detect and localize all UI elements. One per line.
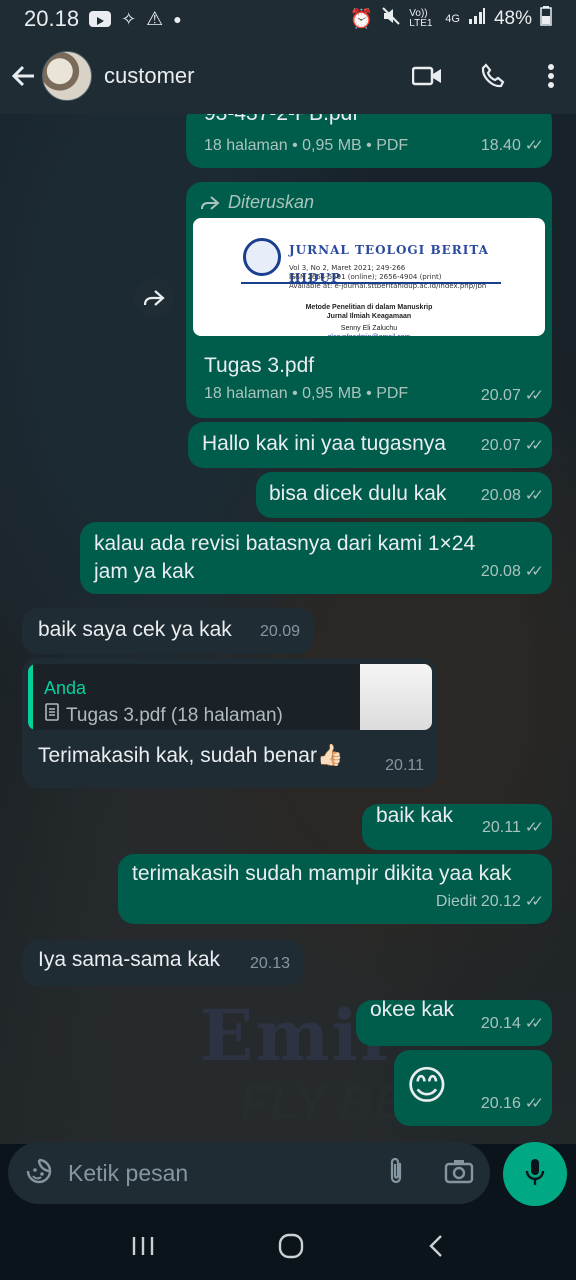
message-input-bar: Ketik pesan [8, 1142, 490, 1204]
document-icon [44, 702, 60, 730]
paper-email: gloryofgodmin@gmail.com [193, 324, 545, 336]
forwarded-icon [200, 190, 220, 218]
read-ticks-icon: ✓✓ [524, 1015, 544, 1032]
message-input[interactable]: Ketik pesan [68, 1160, 386, 1187]
home-icon[interactable] [277, 1233, 305, 1264]
outgoing-message[interactable]: kalau ada revisi batasnya dari kami 1×24… [80, 522, 552, 594]
incoming-message[interactable]: Iya sama-sama kak 20.13 [22, 940, 304, 986]
message-time: 20.07 [480, 387, 521, 404]
mute-icon [381, 6, 401, 32]
document-info: 18 halaman • 0,95 MB • PDF [204, 137, 409, 154]
forward-button[interactable] [134, 278, 174, 318]
signal-icon [468, 7, 486, 31]
message-text: kalau ada revisi batasnya dari kami 1×24 [94, 532, 476, 555]
system-nav-bar [0, 1216, 576, 1280]
message-text: terimakasih sudah mampir dikita yaa kak [132, 862, 512, 885]
network-type: 4G [445, 13, 460, 25]
forwarded-document-message[interactable]: Diteruskan JURNAL TEOLOGI BERITA HIDUP V… [186, 182, 552, 418]
document-message[interactable]: 93-437-2-PB.pdf 18 halaman • 0,95 MB • P… [186, 114, 552, 168]
read-ticks-icon: ✓✓ [524, 819, 544, 836]
message-text: baik saya cek ya kak [38, 618, 232, 641]
quote-accent-bar [28, 664, 33, 730]
message-time: 20.13 [249, 955, 290, 972]
quoted-sender: Anda [44, 678, 87, 698]
emoji-smile: 😊 [406, 1064, 448, 1108]
read-ticks-icon: ✓✓ [524, 387, 544, 404]
system-back-icon[interactable] [426, 1233, 446, 1264]
incoming-message[interactable]: baik saya cek ya kak 20.09 [22, 608, 314, 654]
message-time: 20.14 [480, 1015, 521, 1032]
volte-indicator: Vo)) LTE1 [409, 8, 433, 29]
camera-icon[interactable] [444, 1158, 474, 1189]
read-ticks-icon: ✓✓ [524, 437, 544, 454]
youtube-icon [89, 11, 112, 27]
outgoing-message[interactable]: Hallo kak ini yaa tugasnya 20.07 ✓✓ [188, 422, 552, 468]
quoted-thumbnail [360, 664, 432, 730]
recent-apps-icon[interactable] [130, 1234, 156, 1263]
chat-header: customer [0, 38, 576, 114]
more-options-icon[interactable] [536, 61, 566, 91]
outgoing-message[interactable]: bisa dicek dulu kak 20.08 ✓✓ [256, 472, 552, 518]
battery-level: 48% [493, 8, 532, 29]
incoming-reply-message[interactable]: Anda Tugas 3.pdf (18 halaman) Terimakasi… [22, 658, 438, 788]
alarm-icon: ⏰ [349, 9, 374, 30]
document-name: Tugas 3.pdf [204, 354, 315, 377]
outgoing-emoji-message[interactable]: 😊 20.16 ✓✓ [394, 1050, 552, 1126]
battery-icon [540, 6, 552, 32]
read-ticks-icon: ✓✓ [524, 563, 544, 580]
wand-icon: ✧ [121, 8, 137, 29]
message-text: Iya sama-sama kak [38, 948, 221, 971]
video-call-icon[interactable] [412, 61, 442, 91]
forwarded-label: Diteruskan [228, 192, 315, 212]
emoji-sticker-icon[interactable] [24, 1156, 54, 1191]
outgoing-message[interactable]: baik kak 20.11 ✓✓ [362, 804, 552, 850]
quoted-text: Tugas 3.pdf (18 halaman) [66, 705, 283, 726]
edited-label: Diedit [435, 893, 477, 910]
voice-call-icon[interactable] [478, 61, 508, 91]
message-time: 20.12 [480, 893, 521, 910]
status-time: 20.18 [24, 6, 80, 31]
message-time: 20.07 [480, 437, 521, 454]
document-preview[interactable]: JURNAL TEOLOGI BERITA HIDUP Vol 3, No 2,… [193, 218, 545, 336]
contact-avatar[interactable] [42, 51, 92, 101]
message-text: bisa dicek dulu kak [269, 482, 447, 505]
message-time: 20.11 [482, 819, 521, 836]
attach-icon[interactable] [386, 1155, 406, 1192]
warning-icon: ⚠ [146, 8, 164, 30]
message-time: 20.09 [259, 623, 300, 640]
outgoing-message[interactable]: okee kak 20.14 ✓✓ [356, 998, 552, 1046]
message-text: jam ya kak [94, 560, 195, 583]
read-ticks-icon: ✓✓ [524, 1095, 544, 1112]
back-arrow-icon[interactable] [10, 62, 38, 90]
message-time: 20.16 [480, 1095, 521, 1112]
journal-logo [243, 238, 281, 276]
journal-rule [241, 282, 501, 284]
status-bar: 20.18 ✧ ⚠ ● ⏰ Vo)) LTE1 4G 48% [0, 0, 576, 38]
chat-area[interactable]: Emir FLY BET 93-437-2-PB.pdf 18 halaman … [0, 114, 576, 1144]
message-text: baik kak [376, 804, 454, 827]
read-ticks-icon: ✓✓ [524, 893, 544, 910]
voice-record-button[interactable] [503, 1142, 567, 1206]
document-name: 93-437-2-PB.pdf [204, 114, 358, 128]
dot-icon: ● [173, 11, 182, 27]
message-time: 18.40 [480, 137, 521, 154]
read-ticks-icon: ✓✓ [524, 487, 544, 504]
microphone-icon [524, 1157, 546, 1192]
message-text: okee kak [370, 998, 455, 1021]
message-time: 20.08 [480, 487, 521, 504]
outgoing-message[interactable]: terimakasih sudah mampir dikita yaa kak … [118, 854, 552, 924]
contact-name[interactable]: customer [104, 63, 376, 89]
message-text: Hallo kak ini yaa tugasnya [202, 432, 446, 455]
message-text: Terimakasih kak, sudah benar👍🏻 [38, 744, 344, 767]
message-time: 20.08 [480, 563, 521, 580]
read-ticks-icon: ✓✓ [524, 137, 544, 154]
document-info: 18 halaman • 0,95 MB • PDF [204, 385, 409, 402]
message-time: 20.11 [385, 757, 424, 774]
quoted-message[interactable]: Anda Tugas 3.pdf (18 halaman) [28, 664, 432, 730]
